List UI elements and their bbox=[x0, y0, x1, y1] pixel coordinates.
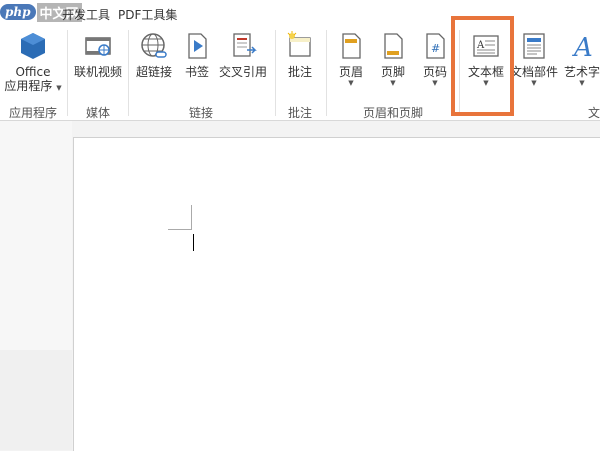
chevron-down-icon: ▼ bbox=[531, 79, 537, 87]
hyperlink-button[interactable]: 超链接 bbox=[132, 30, 176, 79]
office-apps-button[interactable]: Office 应用程序 ▼ bbox=[2, 30, 64, 93]
office-apps-label-1: Office bbox=[15, 65, 51, 79]
group-media-label: 媒体 bbox=[85, 106, 110, 120]
chevron-down-icon: ▼ bbox=[432, 79, 438, 87]
bookmark-button[interactable]: 书签 bbox=[180, 30, 214, 79]
textbox-highlight-box bbox=[451, 16, 514, 116]
wordart-label: 艺术字 bbox=[563, 65, 600, 79]
online-video-button[interactable]: 联机视频 bbox=[70, 30, 126, 79]
group-separator bbox=[326, 30, 327, 116]
new-comment-button[interactable]: 批注 bbox=[280, 30, 320, 79]
header-label: 页眉 bbox=[338, 65, 363, 79]
group-comments-label: 批注 bbox=[287, 106, 312, 120]
footer-label: 页脚 bbox=[380, 65, 405, 79]
cross-reference-button[interactable]: 交叉引用 bbox=[216, 30, 270, 79]
chevron-down-icon: ▼ bbox=[348, 79, 354, 87]
group-text-label: 文 bbox=[588, 106, 600, 120]
document-page[interactable] bbox=[73, 137, 600, 451]
tab-pdf-tools[interactable]: PDF工具集 bbox=[118, 6, 177, 23]
wordart-button[interactable]: A 艺术字 ▼ bbox=[560, 30, 600, 87]
group-separator bbox=[275, 30, 276, 116]
page-number-button[interactable]: # 页码 ▼ bbox=[416, 30, 454, 87]
film-icon bbox=[85, 37, 111, 56]
chevron-down-icon: ▼ bbox=[390, 79, 396, 87]
margin-corner-mark bbox=[168, 229, 192, 230]
comment-label: 批注 bbox=[287, 65, 312, 79]
group-links-label: 链接 bbox=[188, 106, 213, 120]
quick-parts-icon bbox=[523, 33, 545, 59]
header-icon bbox=[342, 33, 361, 59]
cross-reference-icon bbox=[233, 33, 257, 57]
text-cursor bbox=[193, 234, 194, 251]
bookmark-icon bbox=[188, 33, 207, 59]
tab-developer[interactable]: 开发工具 bbox=[62, 6, 110, 23]
group-separator bbox=[128, 30, 129, 116]
page-number-icon: # bbox=[426, 33, 445, 59]
header-button[interactable]: 页眉 ▼ bbox=[332, 30, 370, 87]
bookmark-label: 书签 bbox=[184, 65, 209, 79]
chevron-down-icon: ▼ bbox=[579, 79, 585, 87]
svg-text:#: # bbox=[431, 42, 440, 55]
hyperlink-label: 超链接 bbox=[135, 65, 172, 79]
footer-button[interactable]: 页脚 ▼ bbox=[374, 30, 412, 87]
margin-corner-mark bbox=[191, 205, 192, 229]
comment-icon bbox=[287, 31, 311, 57]
chevron-down-icon: ▼ bbox=[56, 84, 62, 92]
wordart-icon: A bbox=[572, 33, 593, 63]
navigation-pane-lower bbox=[0, 350, 72, 450]
quick-parts-label: 文档部件 bbox=[510, 65, 559, 79]
group-header-footer-label: 页眉和页脚 bbox=[362, 106, 423, 120]
quick-parts-button[interactable]: 文档部件 ▼ bbox=[510, 30, 558, 87]
svg-text:A: A bbox=[572, 33, 593, 62]
footer-icon bbox=[384, 33, 403, 59]
watermark-badge: php bbox=[0, 4, 36, 20]
group-apps-label: 应用程序 bbox=[8, 106, 57, 120]
online-video-label: 联机视频 bbox=[73, 65, 122, 79]
globe-link-icon bbox=[141, 33, 167, 58]
office-apps-label-2: 应用程序 bbox=[4, 79, 53, 93]
office-store-icon bbox=[21, 33, 45, 59]
cross-reference-label: 交叉引用 bbox=[218, 65, 267, 79]
page-number-label: 页码 bbox=[422, 65, 447, 79]
group-separator bbox=[67, 30, 68, 116]
